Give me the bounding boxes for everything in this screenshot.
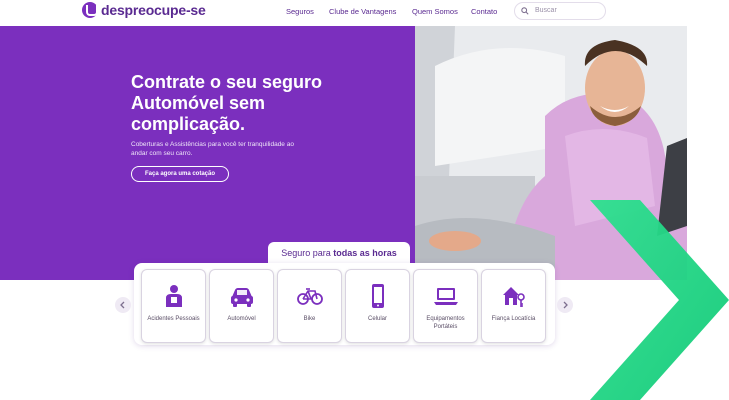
carousel-prev-button[interactable] xyxy=(115,297,131,313)
logo-mark-icon xyxy=(82,2,98,18)
brand-name: despreocupe-se xyxy=(101,2,206,18)
chevron-left-icon xyxy=(120,301,125,309)
hero-title: Contrate o seu seguro Automóvel sem comp… xyxy=(131,72,323,134)
category-label: Fiança Locatícia xyxy=(491,316,536,322)
category-label: Equipamentos Portáteis xyxy=(426,316,465,330)
category-label: Celular xyxy=(367,316,387,322)
section-strip: Seguro para todas as horas xyxy=(268,242,410,264)
category-card-equipamentos-portateis[interactable]: Equipamentos Portáteis xyxy=(413,269,478,343)
person-injury-icon xyxy=(166,285,182,307)
category-card-bike[interactable]: Bike xyxy=(277,269,342,343)
category-card-automovel[interactable]: Automóvel xyxy=(209,269,274,343)
nav-item-clube-de-vantagens[interactable]: Clube de Vantagens xyxy=(329,7,396,16)
category-card-fianca-locaticia[interactable]: Fiança Locatícia xyxy=(481,269,546,343)
bicycle-icon xyxy=(297,288,323,305)
category-label: Automóvel xyxy=(227,316,256,322)
nav-item-contato[interactable]: Contato xyxy=(471,7,497,16)
smartphone-icon xyxy=(372,284,384,308)
house-key-icon xyxy=(503,287,525,307)
search-icon xyxy=(521,7,529,15)
search-input[interactable]: Buscar xyxy=(514,2,606,20)
hero-subtitle: Coberturas e Assistências para você ter … xyxy=(131,141,294,157)
category-card-acidentes-pessoais[interactable]: Acidentes Pessoais xyxy=(141,269,206,343)
strip-prefix: Seguro para xyxy=(281,248,331,258)
category-label: Bike xyxy=(303,316,316,322)
brand-logo[interactable]: despreocupe-se xyxy=(82,2,206,18)
search-placeholder: Buscar xyxy=(535,7,557,14)
chevron-right-icon xyxy=(563,301,568,309)
nav-item-quem-somos[interactable]: Quem Somos xyxy=(412,7,458,16)
strip-emphasis: todas as horas xyxy=(333,248,397,258)
decorative-chevron-graphic xyxy=(590,200,729,400)
top-header: despreocupe-se Seguros Clube de Vantagen… xyxy=(0,0,729,26)
category-label: Acidentes Pessoais xyxy=(147,316,200,322)
quote-cta-button[interactable]: Faça agora uma cotação xyxy=(131,166,229,182)
laptop-icon xyxy=(434,288,458,305)
nav-item-seguros[interactable]: Seguros xyxy=(286,7,314,16)
category-card-celular[interactable]: Celular xyxy=(345,269,410,343)
car-icon xyxy=(231,288,253,307)
